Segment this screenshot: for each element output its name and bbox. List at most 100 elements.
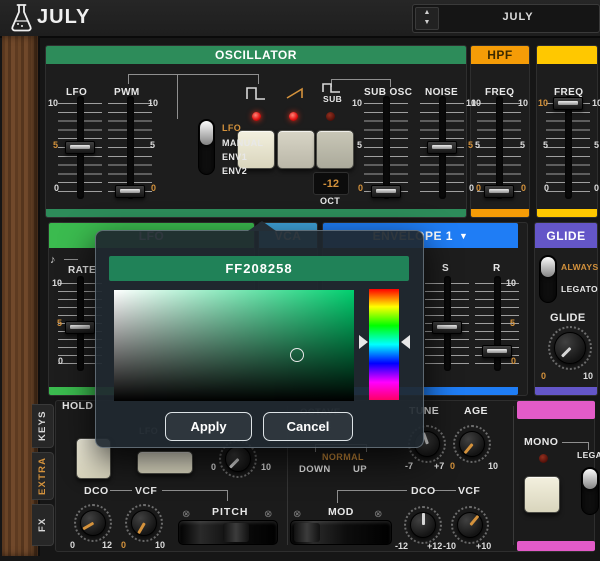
mod-dco-knob[interactable] — [404, 506, 442, 544]
mod-vcf-min: -10 — [443, 541, 457, 551]
preset-up-icon[interactable]: ▲ — [416, 8, 438, 18]
pwm-source-switch[interactable] — [198, 119, 215, 175]
osc-pwm-slider[interactable] — [108, 96, 152, 199]
preset-down-icon[interactable]: ▼ — [416, 18, 438, 28]
osc-pwm-label: PWM — [114, 87, 140, 98]
mono-led — [539, 454, 548, 463]
tick-label: 0 — [58, 356, 64, 366]
mod-route-line — [337, 490, 407, 491]
mono-button[interactable] — [524, 476, 560, 513]
saturation-value-area[interactable] — [114, 290, 354, 401]
mono-header-bar — [517, 401, 595, 419]
sub-osc-slider-handle[interactable] — [371, 185, 401, 198]
apply-button[interactable]: Apply — [165, 412, 252, 441]
preset-selector[interactable]: ▲ ▼ JULY — [412, 4, 600, 33]
pitch-lock-left-icon[interactable]: ⊗ — [182, 509, 190, 520]
tick-label: 10 — [352, 98, 363, 108]
sub-osc-slider[interactable] — [364, 96, 408, 199]
envelope-dropdown-icon[interactable]: ▼ — [459, 231, 468, 241]
octave-up[interactable]: UP — [353, 464, 367, 475]
osc-lfo-label: LFO — [66, 87, 88, 98]
glide-mode-legato[interactable]: LEGATO — [561, 284, 598, 294]
mod-lock-right-icon[interactable]: ⊗ — [374, 509, 382, 520]
sub-wave-icon — [322, 83, 340, 93]
square-wave-button[interactable] — [237, 130, 275, 169]
legato-switch[interactable] — [581, 467, 599, 515]
flask-logo-icon — [11, 4, 32, 32]
pwm-source-option-env2[interactable]: ENV2 — [222, 166, 247, 176]
rate-label: RATE — [68, 265, 97, 276]
tick-label: 5 — [57, 318, 63, 328]
preset-name[interactable]: JULY — [439, 5, 597, 30]
glide-mode-switch[interactable] — [539, 255, 557, 303]
vcf-freq-slider[interactable] — [546, 96, 590, 199]
hold-dco-label: DCO — [84, 485, 109, 497]
mod-wheel[interactable] — [290, 520, 392, 545]
vcf-freq-slider-handle[interactable] — [553, 97, 583, 110]
pitch-lock-right-icon[interactable]: ⊗ — [264, 509, 272, 520]
env-sustain-slider[interactable] — [425, 276, 469, 371]
age-knob[interactable] — [453, 425, 491, 463]
tick-label: 0 — [594, 183, 600, 193]
octave-normal[interactable]: NORMAL — [322, 452, 364, 462]
pitch-wheel[interactable] — [178, 520, 278, 545]
noise-slider[interactable] — [420, 96, 464, 199]
age-label: AGE — [464, 405, 488, 417]
tick-label: 5 — [468, 140, 474, 150]
osc-lfo-slider[interactable] — [58, 96, 102, 199]
glide-max: 10 — [583, 371, 594, 381]
sub-octave-display[interactable]: -12 — [313, 172, 349, 195]
app-title: JULY — [37, 6, 91, 28]
hold-label: HOLD — [62, 400, 94, 412]
tick-label: 10 — [471, 98, 482, 108]
hpf-freq-slider-handle[interactable] — [484, 185, 514, 198]
saw-wave-button[interactable] — [277, 130, 315, 169]
hpf-freq-slider[interactable] — [477, 96, 521, 199]
glide-knob[interactable] — [548, 326, 592, 370]
lfo-rate-slider-handle[interactable] — [65, 321, 95, 334]
hpf-freq-label: FREQ — [485, 87, 515, 98]
noise-slider-handle[interactable] — [427, 141, 457, 154]
env-sustain-slider-handle[interactable] — [432, 321, 462, 334]
hold-dco-knob[interactable] — [74, 504, 112, 542]
vcf-footer-strip — [537, 209, 597, 217]
hold-dco-max: 12 — [102, 540, 113, 550]
pwm-source-option-lfo[interactable]: LFO — [222, 123, 241, 133]
hold-lfo-button[interactable] — [137, 451, 193, 474]
mod-vcf-knob[interactable] — [451, 506, 489, 544]
tab-extra[interactable]: EXTRA — [32, 452, 54, 500]
env-release-label: R — [493, 263, 501, 274]
glide-mode-always[interactable]: ALWAYS — [561, 262, 599, 272]
color-cursor[interactable] — [290, 348, 304, 362]
env-release-slider-handle[interactable] — [482, 345, 512, 358]
tick-label: 5 — [520, 140, 526, 150]
hpf-footer-strip — [471, 209, 529, 217]
tick-label: 0 — [151, 183, 157, 193]
osc-pwm-slider-handle[interactable] — [115, 185, 145, 198]
tune-min: -7 — [405, 461, 414, 471]
hex-color-field[interactable]: FF208258 — [109, 256, 409, 281]
hue-arrow-right-icon[interactable] — [401, 335, 410, 349]
tab-fx[interactable]: FX — [32, 504, 54, 546]
osc-lfo-slider-handle[interactable] — [65, 141, 95, 154]
hold-vcf-knob[interactable] — [125, 504, 163, 542]
pwm-source-option-env1[interactable]: ENV1 — [222, 152, 247, 162]
octave-down[interactable]: DOWN — [299, 464, 331, 475]
tick-label: 5 — [543, 140, 549, 150]
tick-label: 10 — [538, 98, 549, 108]
hue-slider[interactable] — [369, 289, 399, 400]
hue-arrow-left-icon[interactable] — [359, 335, 368, 349]
hold-vcf-min: 0 — [121, 540, 127, 550]
cancel-button[interactable]: Cancel — [263, 412, 353, 441]
mono-line — [562, 442, 588, 443]
mod-vcf-label: VCF — [458, 485, 481, 497]
tick-label: 10 — [506, 278, 517, 288]
color-picker-dialog: FF208258 Apply Cancel — [95, 230, 424, 448]
tab-keys[interactable]: KEYS — [32, 404, 54, 448]
pwm-source-option-manual[interactable]: MANUAL — [222, 138, 263, 148]
preset-stepper[interactable]: ▲ ▼ — [415, 7, 439, 30]
sub-wave-button[interactable] — [316, 130, 354, 169]
sub-osc-label: SUB OSC — [364, 87, 413, 98]
vcf-freq-label: FREQ — [554, 87, 584, 98]
mod-lock-left-icon[interactable]: ⊗ — [293, 509, 301, 520]
